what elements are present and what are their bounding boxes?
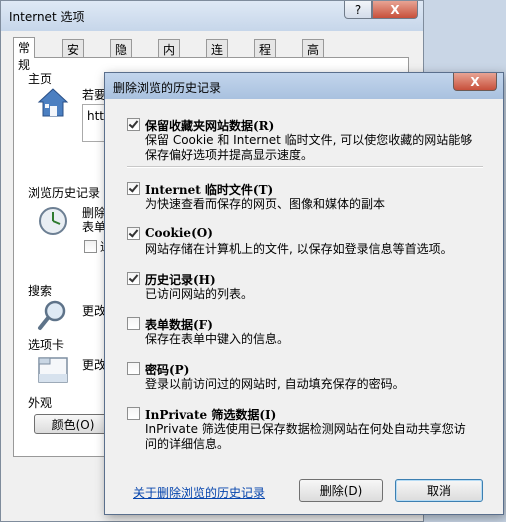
tab-programs[interactable]: 程序 — [254, 39, 277, 74]
option-title: InPrivate 筛选数据(I) — [145, 408, 277, 422]
option-title: 保留收藏夹网站数据(R) — [145, 119, 275, 133]
tabs-icon — [38, 357, 68, 383]
tabs-section-label: 选项卡 — [28, 338, 65, 352]
homepage-section-label: 主页 — [28, 72, 53, 86]
option-title: Cookie(O) — [145, 226, 213, 240]
window-title: Internet 选项 — [9, 10, 85, 24]
preserve-favorites-checkbox[interactable] — [127, 118, 140, 131]
colors-button[interactable]: 颜色(O) — [34, 414, 112, 434]
search-icon — [38, 300, 66, 330]
option-desc: 保存在表单中键入的信息。 — [145, 332, 290, 346]
separator — [127, 166, 483, 168]
search-section-label: 搜索 — [28, 284, 53, 298]
search-desc: 更改 — [82, 304, 107, 318]
tab-privacy[interactable]: 隐私 — [110, 39, 133, 74]
appearance-section-label: 外观 — [28, 396, 53, 410]
tab-security[interactable]: 安全 — [62, 39, 85, 74]
tab-general[interactable]: 常规 — [13, 37, 36, 72]
close-button[interactable]: X — [372, 1, 418, 19]
cancel-button[interactable]: 取消 — [395, 479, 483, 502]
option-title: 密码(P) — [145, 363, 190, 377]
tab-connections[interactable]: 连接 — [206, 39, 229, 74]
tab-advanced[interactable]: 高级 — [302, 39, 325, 74]
history-desc-2: 表单 — [82, 220, 107, 234]
title-bar: Internet 选项 ? X — [1, 1, 423, 31]
option-title: 历史记录(H) — [145, 273, 216, 287]
option-desc: 网站存储在计算机上的文件, 以保存如登录信息等首选项。 — [145, 242, 453, 256]
dialog-close-button[interactable]: X — [453, 73, 497, 91]
form-data-checkbox[interactable] — [127, 317, 140, 330]
dialog-title-bar: 删除浏览的历史记录 X — [105, 73, 503, 99]
option-desc: 登录以前访问过的网站时, 自动填充保存的密码。 — [145, 377, 405, 391]
history-checkbox[interactable] — [127, 272, 140, 285]
option-desc: 保留 Cookie 和 Internet 临时文件, 可以使您收藏的网站能够保存… — [145, 133, 473, 162]
tabs-desc: 更改 — [82, 358, 107, 372]
passwords-checkbox[interactable] — [127, 362, 140, 375]
option-desc: 为快速查看而保存的网页、图像和媒体的副本 — [145, 197, 386, 211]
option-title: Internet 临时文件(T) — [145, 183, 274, 197]
inprivate-filtering-checkbox[interactable] — [127, 407, 140, 420]
about-delete-history-link[interactable]: 关于删除浏览的历史记录 — [133, 484, 265, 501]
option-desc: 已访问网站的列表。 — [145, 287, 254, 301]
delete-on-exit-checkbox[interactable] — [84, 240, 97, 253]
history-section-label: 浏览历史记录 — [28, 186, 101, 200]
history-clock-icon — [39, 207, 67, 235]
home-icon — [37, 88, 69, 117]
option-title: 表单数据(F) — [145, 318, 213, 332]
homepage-desc: 若要 — [82, 88, 107, 102]
temp-files-checkbox[interactable] — [127, 182, 140, 195]
delete-button[interactable]: 删除(D) — [299, 479, 383, 502]
option-desc: InPrivate 筛选使用已保存数据检测网站在何处自动共享您访问的详细信息。 — [145, 422, 466, 451]
delete-history-dialog: 删除浏览的历史记录 X 保留收藏夹网站数据(R) 保留 Cookie 和 Int… — [104, 72, 504, 515]
help-button[interactable]: ? — [344, 1, 372, 19]
cookies-checkbox[interactable] — [127, 227, 140, 240]
tab-content[interactable]: 内容 — [158, 39, 181, 74]
dialog-title: 删除浏览的历史记录 — [113, 81, 222, 95]
